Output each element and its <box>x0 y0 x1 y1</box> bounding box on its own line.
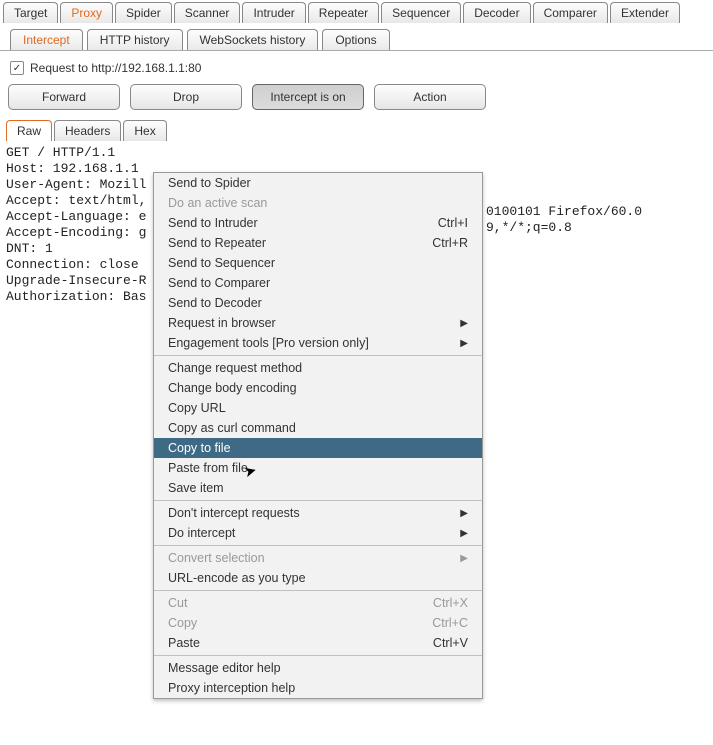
menu-item-copy: Copy Ctrl+C <box>154 613 482 633</box>
raw-request-text-overflow: 0100101 Firefox/60.0 9,*/*;q=0.8 <box>486 204 642 236</box>
menu-item-send-to-comparer[interactable]: Send to Comparer <box>154 273 482 293</box>
menu-item-label: Send to Repeater <box>168 236 266 250</box>
menu-item-message-editor-help[interactable]: Message editor help <box>154 658 482 678</box>
menu-item-label: Paste from file <box>168 461 248 475</box>
intercept-toggle-button[interactable]: Intercept is on <box>252 84 364 110</box>
menu-item-label: Message editor help <box>168 661 281 675</box>
top-tabs: TargetProxySpiderScannerIntruderRepeater… <box>0 0 713 23</box>
menu-item-save-item[interactable]: Save item <box>154 478 482 498</box>
menu-item-shortcut: Ctrl+R <box>432 236 468 250</box>
sub-tab-intercept[interactable]: Intercept <box>10 29 83 50</box>
menu-item-label: Proxy interception help <box>168 681 295 695</box>
menu-item-proxy-interception-help[interactable]: Proxy interception help <box>154 678 482 698</box>
menu-item-label: URL-encode as you type <box>168 571 306 585</box>
top-tab-extender[interactable]: Extender <box>610 2 680 23</box>
view-tab-headers[interactable]: Headers <box>54 120 121 141</box>
menu-item-label: Paste <box>168 636 200 650</box>
top-tab-decoder[interactable]: Decoder <box>463 2 530 23</box>
menu-item-change-request-method[interactable]: Change request method <box>154 358 482 378</box>
view-tab-raw[interactable]: Raw <box>6 120 52 141</box>
menu-separator <box>154 545 482 546</box>
context-menu[interactable]: Send to Spider Do an active scan Send to I… <box>153 172 483 699</box>
action-buttons: Forward Drop Intercept is on Action <box>0 81 713 120</box>
view-tabs: RawHeadersHex <box>0 120 713 141</box>
top-tab-intruder[interactable]: Intruder <box>242 2 305 23</box>
menu-item-copy-url[interactable]: Copy URL <box>154 398 482 418</box>
menu-item-convert-selection: Convert selection ▶ <box>154 548 482 568</box>
menu-item-copy-to-file[interactable]: Copy to file <box>154 438 482 458</box>
menu-item-send-to-decoder[interactable]: Send to Decoder <box>154 293 482 313</box>
top-tab-proxy[interactable]: Proxy <box>60 2 113 23</box>
menu-separator <box>154 355 482 356</box>
request-enabled-checkbox[interactable]: ✓ <box>10 61 24 75</box>
menu-item-shortcut: Ctrl+C <box>432 616 468 630</box>
submenu-arrow-icon: ▶ <box>460 553 468 564</box>
menu-separator <box>154 500 482 501</box>
action-button[interactable]: Action <box>374 84 486 110</box>
menu-item-label: Request in browser <box>168 316 276 330</box>
menu-item-label: Convert selection <box>168 551 265 565</box>
menu-item-label: Engagement tools [Pro version only] <box>168 336 369 350</box>
menu-item-label: Copy <box>168 616 197 630</box>
menu-item-label: Send to Decoder <box>168 296 262 310</box>
menu-item-paste-from-file[interactable]: Paste from file <box>154 458 482 478</box>
top-tab-spider[interactable]: Spider <box>115 2 172 23</box>
submenu-arrow-icon: ▶ <box>460 528 468 539</box>
top-tab-scanner[interactable]: Scanner <box>174 2 241 23</box>
menu-item-copy-as-curl-command[interactable]: Copy as curl command <box>154 418 482 438</box>
menu-item-label: Copy as curl command <box>168 421 296 435</box>
menu-item-send-to-sequencer[interactable]: Send to Sequencer <box>154 253 482 273</box>
top-tab-target[interactable]: Target <box>3 2 58 23</box>
menu-item-shortcut: Ctrl+V <box>433 636 468 650</box>
menu-item-do-intercept[interactable]: Do intercept ▶ <box>154 523 482 543</box>
menu-item-request-in-browser[interactable]: Request in browser ▶ <box>154 313 482 333</box>
request-bar: ✓ Request to http://192.168.1.1:80 <box>0 57 713 81</box>
menu-item-shortcut: Ctrl+I <box>438 216 468 230</box>
top-tab-sequencer[interactable]: Sequencer <box>381 2 461 23</box>
top-tab-comparer[interactable]: Comparer <box>533 2 608 23</box>
submenu-arrow-icon: ▶ <box>460 338 468 349</box>
menu-item-label: Save item <box>168 481 224 495</box>
submenu-arrow-icon: ▶ <box>460 508 468 519</box>
menu-item-don-t-intercept-requests[interactable]: Don't intercept requests ▶ <box>154 503 482 523</box>
drop-button[interactable]: Drop <box>130 84 242 110</box>
menu-item-shortcut: Ctrl+X <box>433 596 468 610</box>
submenu-arrow-icon: ▶ <box>460 318 468 329</box>
menu-separator <box>154 655 482 656</box>
menu-item-engagement-tools-pro-version-only[interactable]: Engagement tools [Pro version only] ▶ <box>154 333 482 353</box>
menu-item-label: Copy to file <box>168 441 231 455</box>
menu-item-label: Don't intercept requests <box>168 506 300 520</box>
menu-item-cut: Cut Ctrl+X <box>154 593 482 613</box>
menu-separator <box>154 590 482 591</box>
top-tab-repeater[interactable]: Repeater <box>308 2 379 23</box>
menu-item-label: Change body encoding <box>168 381 297 395</box>
sub-tab-websockets-history[interactable]: WebSockets history <box>187 29 319 50</box>
forward-button[interactable]: Forward <box>8 84 120 110</box>
sub-tab-options[interactable]: Options <box>322 29 389 50</box>
menu-item-send-to-repeater[interactable]: Send to Repeater Ctrl+R <box>154 233 482 253</box>
request-label: Request to http://192.168.1.1:80 <box>30 61 201 75</box>
menu-item-label: Do intercept <box>168 526 235 540</box>
menu-item-send-to-spider[interactable]: Send to Spider <box>154 173 482 193</box>
menu-item-paste[interactable]: Paste Ctrl+V <box>154 633 482 653</box>
sub-tabs: InterceptHTTP historyWebSockets historyO… <box>0 23 713 50</box>
menu-item-label: Send to Spider <box>168 176 251 190</box>
view-tab-hex[interactable]: Hex <box>123 120 166 141</box>
menu-item-label: Send to Comparer <box>168 276 270 290</box>
sub-tab-http-history[interactable]: HTTP history <box>87 29 183 50</box>
menu-item-label: Do an active scan <box>168 196 267 210</box>
menu-item-do-an-active-scan: Do an active scan <box>154 193 482 213</box>
menu-item-label: Copy URL <box>168 401 226 415</box>
menu-item-label: Cut <box>168 596 187 610</box>
menu-item-label: Send to Sequencer <box>168 256 275 270</box>
menu-item-label: Send to Intruder <box>168 216 258 230</box>
menu-item-url-encode-as-you-type[interactable]: URL-encode as you type <box>154 568 482 588</box>
menu-item-label: Change request method <box>168 361 302 375</box>
menu-item-send-to-intruder[interactable]: Send to Intruder Ctrl+I <box>154 213 482 233</box>
menu-item-change-body-encoding[interactable]: Change body encoding <box>154 378 482 398</box>
